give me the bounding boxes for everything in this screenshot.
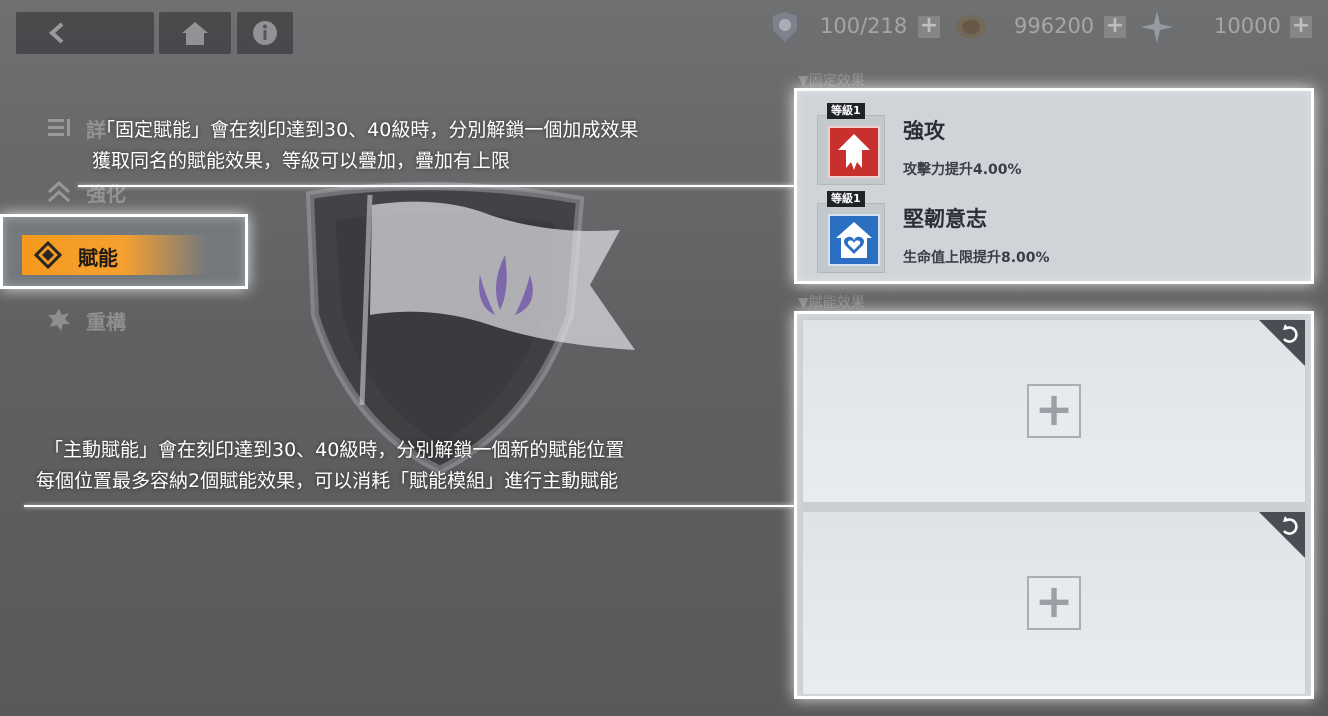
- home-icon: [182, 22, 208, 45]
- crystal-add-button[interactable]: +: [1290, 15, 1312, 38]
- effect-name: 強攻: [903, 119, 945, 143]
- fixed-effect-card: 等級1 堅韌意志 生命值上限提升8.00%: [813, 191, 1293, 277]
- sidebar-item-upgrade[interactable]: 強化: [46, 178, 146, 208]
- callout-fixed-underline: [78, 185, 794, 187]
- home-button[interactable]: [159, 12, 231, 54]
- empower-slots-panel: + +: [794, 311, 1314, 699]
- add-empower-button[interactable]: +: [1027, 576, 1081, 630]
- callout-active-line1: 「主動賦能」會在刻印達到30、40級時，分別解鎖一個新的賦能位置: [44, 439, 625, 461]
- back-button[interactable]: [16, 12, 154, 54]
- coin-icon: [956, 15, 986, 39]
- sidebar-item-label: 賦能: [78, 246, 118, 270]
- level-badge: 等級1: [827, 103, 865, 119]
- crystal-value: 10000: [1214, 14, 1281, 38]
- info-icon: [253, 21, 277, 45]
- fixed-effects-label: ▼固定效果: [798, 73, 865, 89]
- effect-icon-frame: [817, 115, 885, 185]
- back-arrow-icon: [49, 22, 64, 44]
- resource-coins: 996200 +: [954, 8, 1129, 44]
- callout-fixed-line1: 「固定賦能」會在刻印達到30、40級時，分別解鎖一個加成效果: [96, 119, 639, 141]
- restructure-icon: [48, 309, 70, 331]
- attack-up-icon: [828, 126, 880, 178]
- add-empower-button[interactable]: +: [1027, 384, 1081, 438]
- slot-corner-refresh-icon[interactable]: [1259, 512, 1305, 558]
- empower-slot[interactable]: +: [803, 512, 1305, 694]
- effect-description: 生命值上限提升8.00%: [903, 250, 1050, 266]
- stamina-add-button[interactable]: +: [918, 15, 940, 38]
- empower-icon: [34, 241, 62, 269]
- callout-active-line2: 每個位置最多容納2個賦能效果，可以消耗「賦能模組」進行主動賦能: [36, 470, 619, 492]
- list-icon: [48, 119, 70, 136]
- empower-effects-label: ▼賦能效果: [798, 295, 865, 311]
- stamina-value: 100/218: [820, 14, 908, 38]
- badge-icon: [773, 12, 797, 42]
- level-badge: 等級1: [827, 191, 865, 207]
- sidebar-item-label: 重構: [86, 310, 126, 334]
- crystal-icon: [1141, 11, 1173, 43]
- sidebar-item-empower[interactable]: 賦能: [22, 235, 207, 275]
- fixed-effects-panel: 等級1 強攻 攻擊力提升4.00% 等級1 堅韌意志 生命值上限提升8.00%: [794, 88, 1314, 284]
- background-emblem: [305, 182, 635, 475]
- sidebar-item-label: 強化: [86, 182, 126, 206]
- coins-add-button[interactable]: +: [1104, 15, 1126, 38]
- fixed-effect-card: 等級1 強攻 攻擊力提升4.00%: [813, 103, 1293, 189]
- resource-stamina: 100/218 +: [768, 8, 943, 44]
- info-button[interactable]: [237, 12, 293, 54]
- slot-corner-refresh-icon[interactable]: [1259, 320, 1305, 366]
- fortitude-icon: [828, 214, 880, 266]
- sidebar-item-restructure[interactable]: 重構: [46, 306, 146, 336]
- callout-fixed-line2: 獲取同名的賦能效果，等級可以疊加，疊加有上限: [92, 150, 511, 172]
- coins-value: 996200: [1014, 14, 1095, 38]
- effect-icon-frame: [817, 203, 885, 273]
- upgrade-chevrons-icon: [47, 180, 71, 203]
- effect-description: 攻擊力提升4.00%: [903, 162, 1022, 178]
- callout-active-underline: [24, 505, 794, 507]
- resource-crystal: 10000 +: [1140, 8, 1315, 44]
- effect-name: 堅韌意志: [903, 207, 987, 231]
- empower-slot[interactable]: +: [803, 320, 1305, 502]
